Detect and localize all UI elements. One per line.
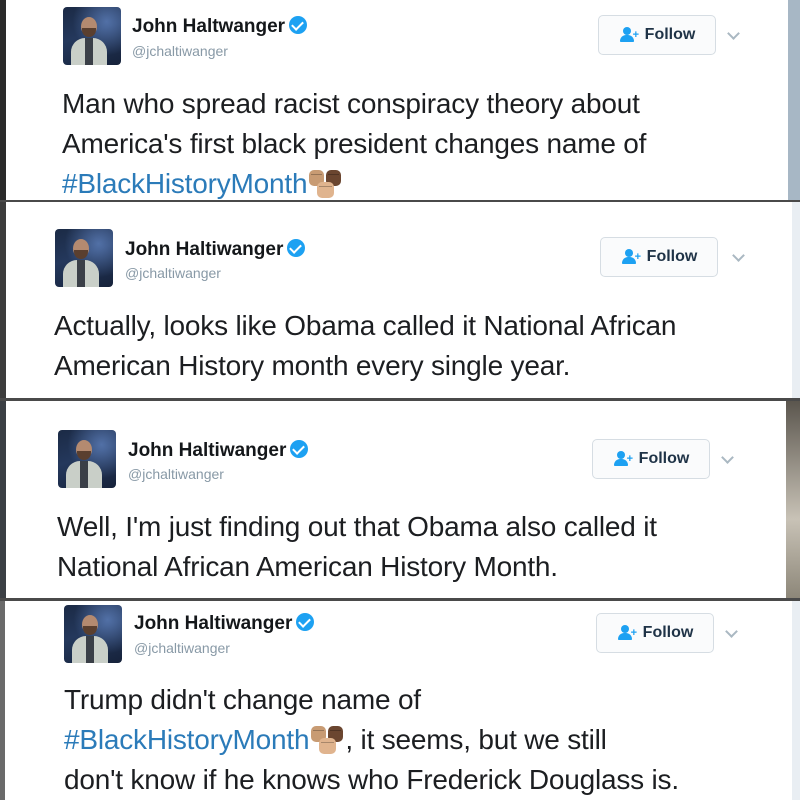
tweet-card-3: John Haltiwanger @jchaltiwanger + Follow… xyxy=(0,401,800,598)
follow-person-icon: + xyxy=(617,625,637,641)
follow-button-label: Follow xyxy=(642,624,694,641)
follow-button-label: Follow xyxy=(644,26,696,43)
left-edge-decoration xyxy=(0,601,5,800)
tweet-text-line: don't know if he knows who Frederick Dou… xyxy=(64,764,679,795)
follow-button[interactable]: + Follow xyxy=(598,15,716,55)
author-name-text[interactable]: John Haltiwanger xyxy=(128,440,286,461)
author-handle[interactable]: @jchaltiwanger xyxy=(125,265,221,281)
right-edge-decoration xyxy=(792,601,800,800)
author-name[interactable]: John Haltiwanger xyxy=(125,239,306,261)
tweet-card-4: John Haltiwanger @jchaltiwanger + Follow… xyxy=(0,601,800,800)
chevron-down-icon[interactable] xyxy=(721,451,734,464)
author-name-text[interactable]: John Haltwanger xyxy=(132,16,285,37)
verified-icon xyxy=(296,613,315,631)
avatar[interactable] xyxy=(55,229,113,287)
hashtag-link[interactable]: #BlackHistoryMonth xyxy=(62,168,308,199)
follow-button-label: Follow xyxy=(638,450,690,467)
right-edge-decoration xyxy=(788,0,800,200)
tweet-text-line: America's first black president changes … xyxy=(62,128,647,159)
raised-fists-emoji xyxy=(311,725,345,755)
avatar[interactable] xyxy=(63,7,121,65)
follow-button[interactable]: + Follow xyxy=(596,613,714,653)
left-edge-decoration xyxy=(0,401,6,598)
tweet-text: Trump didn't change name of #BlackHistor… xyxy=(64,680,679,800)
raised-fists-emoji xyxy=(309,169,343,199)
tweet-text-fragment: , it seems, but we still xyxy=(345,724,607,755)
follow-person-icon: + xyxy=(621,249,641,265)
right-edge-decoration xyxy=(792,202,800,398)
author-name[interactable]: John Haltiwanger xyxy=(134,613,315,635)
left-edge-decoration xyxy=(0,202,6,398)
tweet-text-line: American History month every single year… xyxy=(54,350,571,381)
author-handle[interactable]: @jchaltiwanger xyxy=(132,43,228,59)
tweet-text-line: Well, I'm just finding out that Obama al… xyxy=(57,511,657,542)
tweet-text: Actually, looks like Obama called it Nat… xyxy=(54,306,676,386)
avatar[interactable] xyxy=(64,605,122,663)
hashtag-link[interactable]: #BlackHistoryMonth xyxy=(64,724,310,755)
tweet-card-1: John Haltwanger @jchaltiwanger + Follow … xyxy=(0,0,800,200)
left-edge-decoration xyxy=(0,0,6,200)
tweet-card-2: John Haltiwanger @jchaltiwanger + Follow… xyxy=(0,202,800,398)
follow-button[interactable]: + Follow xyxy=(600,237,718,277)
follow-button-label: Follow xyxy=(646,248,698,265)
author-name-text[interactable]: John Haltiwanger xyxy=(125,239,283,260)
author-name[interactable]: John Haltiwanger xyxy=(128,440,309,462)
follow-person-icon: + xyxy=(619,27,639,43)
verified-icon xyxy=(287,239,306,257)
author-name-text[interactable]: John Haltiwanger xyxy=(134,613,292,634)
verified-icon xyxy=(290,440,309,458)
author-handle[interactable]: @jchaltiwanger xyxy=(128,466,224,482)
chevron-down-icon[interactable] xyxy=(725,625,738,638)
follow-person-icon: + xyxy=(613,451,633,467)
tweet-text-line: Man who spread racist conspiracy theory … xyxy=(62,88,640,119)
tweet-text-line: National African American History Month. xyxy=(57,551,558,582)
tweet-text-line: Trump didn't change name of xyxy=(64,684,421,715)
chevron-down-icon[interactable] xyxy=(727,27,740,40)
author-name[interactable]: John Haltwanger xyxy=(132,16,308,38)
tweet-text: Well, I'm just finding out that Obama al… xyxy=(57,507,657,587)
chevron-down-icon[interactable] xyxy=(732,249,745,262)
avatar[interactable] xyxy=(58,430,116,488)
verified-icon xyxy=(289,16,308,34)
follow-button[interactable]: + Follow xyxy=(592,439,710,479)
right-edge-decoration xyxy=(786,401,800,598)
tweet-text-line: Actually, looks like Obama called it Nat… xyxy=(54,310,677,341)
tweet-text: Man who spread racist conspiracy theory … xyxy=(62,84,646,200)
author-handle[interactable]: @jchaltiwanger xyxy=(134,640,230,656)
